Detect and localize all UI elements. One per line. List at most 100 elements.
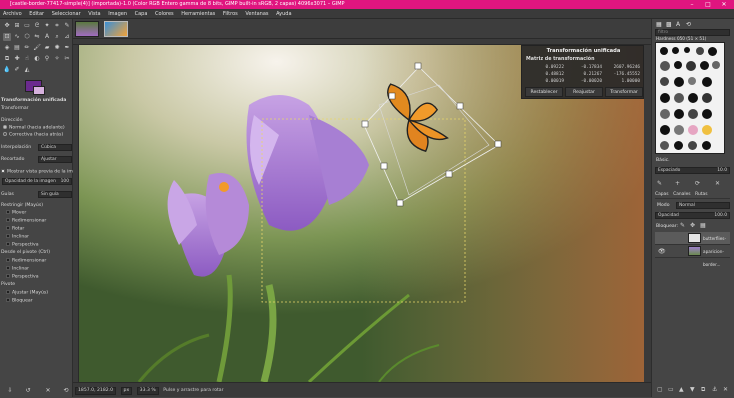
gradient-icon[interactable]: ▤: [13, 44, 21, 52]
brush-item[interactable]: [674, 125, 684, 135]
brush-item[interactable]: [660, 61, 670, 71]
zoom-select[interactable]: 33.3 %: [136, 387, 159, 395]
move-icon[interactable]: ✥: [3, 22, 11, 30]
brush-item[interactable]: [688, 141, 697, 150]
reset-options-icon[interactable]: ⟲: [62, 387, 70, 395]
constrain-shear-checkbox[interactable]: Inclinar: [6, 234, 29, 240]
lock-alpha-icon[interactable]: ▦: [700, 222, 706, 229]
align-icon[interactable]: ⊞: [13, 22, 21, 30]
brush-filter-input[interactable]: filtro: [655, 29, 730, 36]
image-opacity-slider[interactable]: Opacidad de la imagen 100: [2, 178, 72, 185]
pivot-lock-checkbox[interactable]: Bloquear: [6, 298, 33, 304]
brush-item[interactable]: [684, 47, 690, 53]
patterns-tab-icon[interactable]: ▩: [666, 21, 672, 28]
brush-item[interactable]: [674, 93, 684, 103]
measure-icon[interactable]: ⊿: [63, 33, 71, 41]
text-icon[interactable]: A: [43, 33, 51, 41]
menu-ayuda[interactable]: Ayuda: [273, 9, 294, 19]
brush-item[interactable]: [674, 61, 682, 69]
brush-item[interactable]: [702, 109, 712, 119]
brush-item[interactable]: [702, 77, 712, 87]
airbrush-icon[interactable]: ✺: [53, 44, 61, 52]
restore-options-icon[interactable]: ↺: [24, 387, 32, 395]
visibility-eye-icon[interactable]: 👁: [658, 245, 666, 258]
brush-item[interactable]: [686, 61, 696, 71]
bucket-fill-icon[interactable]: ◈: [3, 44, 11, 52]
menu-editar[interactable]: Editar: [26, 9, 47, 19]
layer-row[interactable]: 👁 aparicion-border...: [655, 245, 730, 267]
paintbrush-icon[interactable]: 🖌: [33, 44, 41, 52]
transform-button[interactable]: Transformar: [605, 87, 643, 97]
layer-opacity-slider[interactable]: Opacidad 100.0: [655, 212, 730, 219]
brush-item[interactable]: [688, 109, 698, 119]
pivot-perspective-checkbox[interactable]: Perspectiva: [6, 274, 39, 280]
new-brush-icon[interactable]: +: [675, 180, 680, 187]
ink-icon[interactable]: ✒: [63, 44, 71, 52]
readjust-button[interactable]: Reajustar: [565, 87, 603, 97]
close-button[interactable]: ✕: [718, 0, 730, 9]
brush-item[interactable]: [660, 47, 668, 55]
new-group-icon[interactable]: ▭: [668, 386, 674, 393]
interpolation-select[interactable]: Cúbica: [38, 144, 72, 151]
reset-button[interactable]: Restablecer: [525, 87, 563, 97]
direction-normal-radio[interactable]: Normal (hacia adelante): [3, 125, 65, 131]
brush-item[interactable]: [702, 125, 712, 135]
menu-colores[interactable]: Colores: [152, 9, 177, 19]
brushes-tab-icon[interactable]: ▦: [656, 21, 662, 28]
paths-icon[interactable]: ✎: [63, 22, 71, 30]
clone-icon[interactable]: ⧉: [3, 55, 11, 63]
pivot-shear-checkbox[interactable]: Inclinar: [6, 266, 29, 272]
constrain-perspective-checkbox[interactable]: Perspectiva: [6, 242, 39, 248]
brush-item[interactable]: [688, 77, 696, 85]
pivot-scale-checkbox[interactable]: Redimensionar: [6, 258, 46, 264]
smudge-icon[interactable]: ☝: [23, 55, 31, 63]
menu-archivo[interactable]: Archivo: [0, 9, 25, 19]
blend-icon[interactable]: ◭: [23, 66, 31, 74]
menu-seleccionar[interactable]: Seleccionar: [49, 9, 84, 19]
brush-item[interactable]: [674, 141, 683, 150]
brush-item[interactable]: [660, 125, 670, 135]
unified-transform-icon[interactable]: ⊡: [3, 33, 11, 41]
menu-capa[interactable]: Capa: [132, 9, 151, 19]
brush-item[interactable]: [702, 141, 711, 150]
heal-icon[interactable]: ✚: [13, 55, 21, 63]
new-layer-icon[interactable]: ▢: [657, 386, 663, 393]
eraser-icon[interactable]: ▰: [43, 44, 51, 52]
direction-corrective-radio[interactable]: Correctiva (hacia atrás): [3, 132, 63, 138]
brush-item[interactable]: [700, 61, 709, 70]
brush-item[interactable]: [660, 93, 670, 103]
brush-item[interactable]: [712, 61, 720, 69]
background-color-swatch[interactable]: [33, 86, 45, 95]
brush-item[interactable]: [708, 47, 717, 56]
delete-brush-icon[interactable]: ✕: [715, 180, 720, 187]
crop-icon[interactable]: ⌗: [53, 22, 61, 30]
menu-imagen[interactable]: Imagen: [105, 9, 130, 19]
raise-layer-icon[interactable]: ▲: [679, 386, 684, 393]
brush-item[interactable]: [660, 141, 669, 150]
anchor-layer-icon[interactable]: ⚓: [712, 386, 717, 393]
minimize-button[interactable]: –: [686, 0, 698, 9]
guides-select[interactable]: Sin guía: [38, 191, 72, 198]
constrain-rotate-checkbox[interactable]: Rotar: [6, 226, 24, 232]
menu-filtros[interactable]: Filtros: [220, 9, 241, 19]
delete-options-icon[interactable]: ✕: [44, 387, 52, 395]
brush-item[interactable]: [696, 47, 704, 55]
brush-item[interactable]: [674, 109, 684, 119]
brush-item[interactable]: [702, 93, 712, 103]
flip-icon[interactable]: ⇋: [33, 33, 41, 41]
menu-ventanas[interactable]: Ventanas: [242, 9, 271, 19]
image-tab-1[interactable]: [75, 21, 99, 37]
brush-grid[interactable]: [655, 42, 725, 154]
edit-brush-icon[interactable]: ✎: [657, 180, 662, 187]
warp-icon[interactable]: ∿: [13, 33, 21, 41]
fonts-tab-icon[interactable]: A: [676, 21, 680, 28]
dodge-icon[interactable]: ◐: [33, 55, 41, 63]
free-select-icon[interactable]: ᘓ: [33, 22, 41, 30]
scissors-icon[interactable]: ✂: [63, 55, 71, 63]
document-history-icon[interactable]: ⟲: [686, 21, 691, 28]
dropper-icon[interactable]: 💧: [3, 66, 11, 74]
layer-row[interactable]: butterflies-gnu...: [655, 232, 730, 254]
clipping-select[interactable]: Ajustar: [38, 156, 72, 163]
tab-capas[interactable]: Capas: [655, 192, 669, 197]
save-options-icon[interactable]: ⇩: [6, 387, 14, 395]
